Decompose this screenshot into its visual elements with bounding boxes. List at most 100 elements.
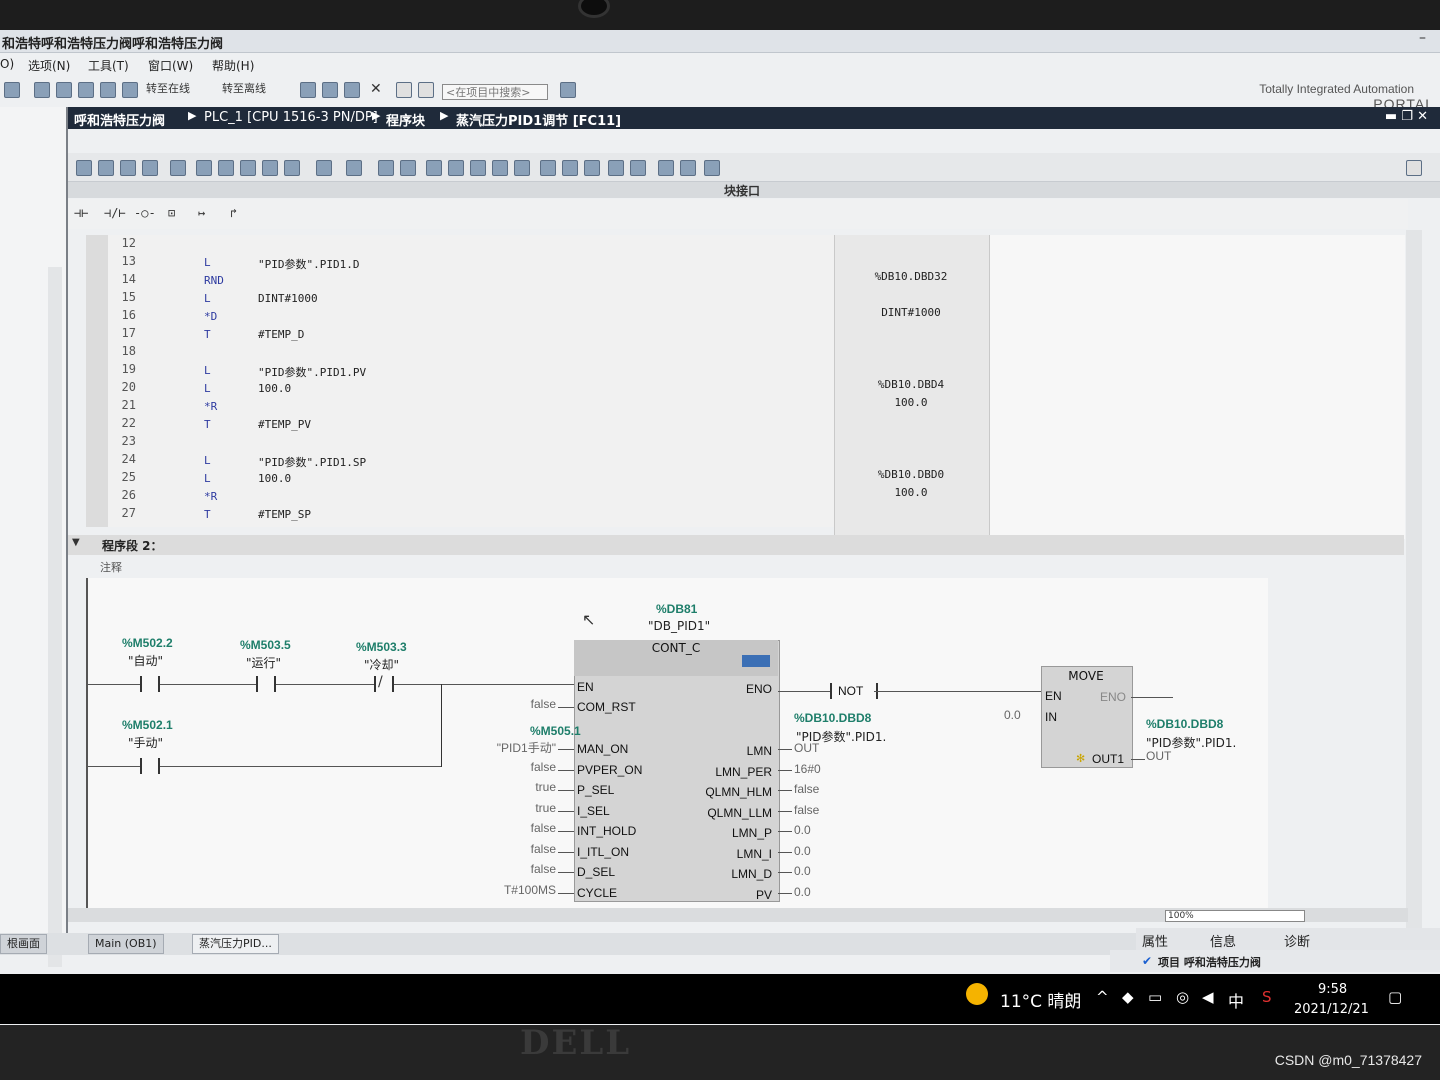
contact-run[interactable]	[256, 676, 276, 692]
open-branch-button[interactable]: ↦	[198, 206, 205, 220]
clock-date[interactable]: 2021/12/21	[1294, 1002, 1369, 1017]
cont-c-input-value[interactable]: false	[531, 862, 556, 876]
cont-c-input-pin[interactable]: D_SEL	[577, 865, 615, 879]
breadcrumb-program-blocks[interactable]: 程序块	[386, 110, 425, 129]
insert-row-icon[interactable]	[120, 160, 136, 176]
stl-instruction[interactable]: L	[204, 256, 211, 269]
breakpoint-icon[interactable]	[608, 160, 624, 176]
cont-c-input-value[interactable]: "PID1手动"	[497, 739, 556, 756]
monitor-icon[interactable]	[514, 160, 530, 176]
cont-c-output-pin[interactable]: LMN_P	[732, 826, 772, 840]
breadcrumb-plc[interactable]: PLC_1 [CPU 1516-3 PN/DP]	[204, 110, 378, 125]
operand-display-icon[interactable]	[346, 160, 362, 176]
step-icon[interactable]	[584, 160, 600, 176]
chevron-up-icon[interactable]: ^	[1096, 988, 1109, 1006]
cont-c-output-value[interactable]: 0.0	[794, 885, 811, 899]
outdent-icon[interactable]	[562, 160, 578, 176]
collapse-all-icon[interactable]	[218, 160, 234, 176]
contact-auto[interactable]	[140, 676, 160, 692]
notification-icon[interactable]: ▢	[1388, 988, 1402, 1006]
menu-item-tools[interactable]: 工具(T)	[88, 57, 129, 74]
cont-c-input-pin[interactable]: COM_RST	[577, 700, 636, 714]
split-horizontal-icon[interactable]	[396, 82, 412, 98]
favorite-icon[interactable]	[170, 160, 186, 176]
shield-icon[interactable]: ◆	[1122, 988, 1134, 1006]
cont-c-output-pin[interactable]: LMN_PER	[715, 765, 772, 779]
breadcrumb-current-block[interactable]: 蒸汽压力PID1调节 [FC11]	[456, 110, 621, 129]
watch-icon[interactable]	[400, 160, 416, 176]
block-info-icon[interactable]	[742, 655, 770, 667]
cont-c-input-pin[interactable]: CYCLE	[577, 886, 617, 900]
upload-icon[interactable]	[322, 82, 338, 98]
stl-operand[interactable]: "PID参数".PID1.PV	[258, 364, 366, 380]
tab-info[interactable]: 信息	[1210, 931, 1236, 950]
cont-c-input-value[interactable]: true	[535, 801, 556, 815]
cont-c-input-value[interactable]: false	[531, 697, 556, 711]
stl-instruction[interactable]: *D	[204, 310, 217, 323]
add-output-icon[interactable]: ✻	[1076, 752, 1085, 765]
menu-item-view[interactable]: O)	[0, 57, 14, 71]
go-to-error-icon[interactable]	[426, 160, 442, 176]
menu-item-options[interactable]: 选项(N)	[28, 57, 70, 74]
plc-compare-icon[interactable]	[704, 160, 720, 176]
cont-c-input-pin[interactable]: I_SEL	[577, 804, 610, 818]
cont-c-input-pin[interactable]: P_SEL	[577, 783, 614, 797]
menu-item-help[interactable]: 帮助(H)	[212, 57, 254, 74]
stl-instruction[interactable]: T	[204, 508, 211, 521]
cont-c-input-pin[interactable]: I_ITL_ON	[577, 845, 629, 859]
stl-instruction[interactable]: L	[204, 454, 211, 467]
cont-c-output-pin[interactable]: LMN_D	[731, 867, 772, 881]
simulation-icon[interactable]	[344, 82, 360, 98]
cont-c-output-value[interactable]: 0.0	[794, 864, 811, 878]
stl-instruction[interactable]: L	[204, 364, 211, 377]
network-view-icon[interactable]	[240, 160, 256, 176]
add-row-icon[interactable]	[142, 160, 158, 176]
search-icon[interactable]	[560, 82, 576, 98]
cont-c-input-pin[interactable]: PVPER_ON	[577, 763, 642, 777]
sogou-input-icon[interactable]: S	[1262, 988, 1272, 1006]
contact-cool-nc[interactable]	[374, 676, 394, 692]
insert-network-icon[interactable]	[76, 160, 92, 176]
symbolic-operand-icon[interactable]	[316, 160, 332, 176]
stl-instruction[interactable]: T	[204, 328, 211, 341]
cont-c-output-value[interactable]: 0.0	[794, 844, 811, 858]
clock-time[interactable]: 9:58	[1318, 982, 1347, 997]
editor-window-controls[interactable]: ▬ ❐ ✕	[1385, 109, 1428, 124]
network-2-comment[interactable]: 注释	[100, 559, 122, 575]
tab-main-ob1[interactable]: Main (OB1)	[88, 934, 164, 954]
cont-c-output-pin[interactable]: QLMN_HLM	[705, 785, 772, 799]
network-2-header[interactable]	[68, 535, 1404, 555]
breadcrumb-project[interactable]: 呼和浩特压力阀	[74, 110, 165, 129]
cont-c-output-pin[interactable]: PV	[756, 888, 772, 902]
absolute-operand-icon[interactable]	[284, 160, 300, 176]
cont-c-output-pin[interactable]: LMN_I	[737, 847, 772, 861]
stl-operand[interactable]: #TEMP_PV	[258, 418, 311, 431]
go-offline-button[interactable]: 转至离线	[222, 80, 266, 96]
indent-icon[interactable]	[540, 160, 556, 176]
tab-diagnostics[interactable]: 诊断	[1284, 931, 1310, 950]
no-contact-button[interactable]: ⊣⊢	[74, 206, 88, 220]
cont-c-output-value[interactable]: false	[794, 803, 819, 817]
cont-c-output-value[interactable]: 16#0	[794, 762, 821, 776]
stl-instruction[interactable]: RND	[204, 274, 224, 287]
contact-manual[interactable]	[140, 758, 160, 774]
stl-operand[interactable]: 100.0	[258, 472, 291, 485]
cont-c-input-value[interactable]: true	[535, 780, 556, 794]
stl-operand[interactable]: "PID参数".PID1.SP	[258, 454, 366, 470]
ime-indicator[interactable]: 中	[1228, 988, 1244, 1012]
continue-icon[interactable]	[630, 160, 646, 176]
paste-icon[interactable]	[100, 82, 116, 98]
battery-icon[interactable]: ▭	[1148, 988, 1162, 1006]
cont-c-output-value[interactable]: 0.0	[794, 823, 811, 837]
cont-c-input-pin[interactable]: EN	[577, 680, 594, 694]
next-error-icon[interactable]	[448, 160, 464, 176]
project-search-input[interactable]: <在项目中搜索>	[442, 84, 548, 100]
cut-icon[interactable]	[56, 82, 72, 98]
weather-widget[interactable]: 11°C 晴朗	[1000, 987, 1081, 1012]
go-online-button[interactable]: 转至在线	[146, 80, 190, 96]
cont-c-input-value[interactable]: false	[531, 821, 556, 835]
cont-c-input-pin[interactable]: MAN_ON	[577, 742, 628, 756]
split-vertical-icon[interactable]	[418, 82, 434, 98]
stl-operand[interactable]: #TEMP_SP	[258, 508, 311, 521]
coil-button[interactable]: -○-	[134, 206, 156, 220]
